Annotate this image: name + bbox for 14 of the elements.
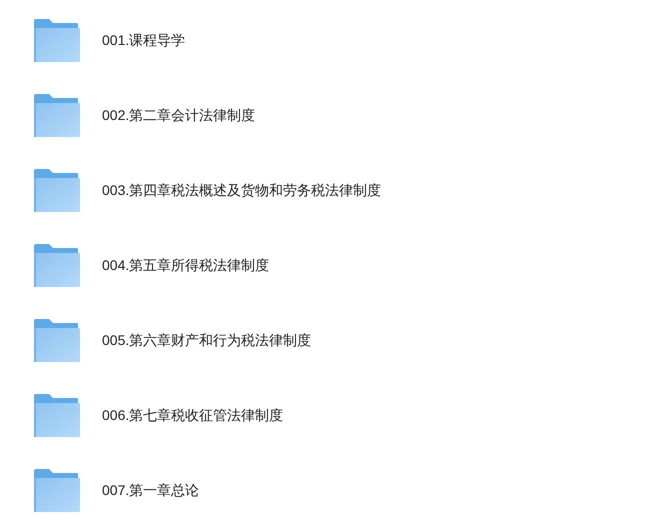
folder-name[interactable]: 003.第四章税法概述及货物和劳务税法律制度 — [102, 180, 382, 201]
folder-name[interactable]: 004.第五章所得税法律制度 — [102, 255, 270, 276]
folder-name[interactable]: 006.第七章税收征管法律制度 — [102, 405, 284, 426]
folder-icon — [34, 394, 80, 437]
folder-name[interactable]: 001.课程导学 — [102, 30, 186, 51]
folder-icon — [34, 319, 80, 362]
folder-name[interactable]: 005.第六章财产和行为税法律制度 — [102, 330, 312, 351]
folder-icon — [34, 19, 80, 62]
folder-icon — [34, 94, 80, 137]
folder-icon — [34, 244, 80, 287]
folder-icon — [34, 469, 80, 512]
folder-icon — [34, 169, 80, 212]
folder-name[interactable]: 002.第二章会计法律制度 — [102, 105, 256, 126]
folder-name[interactable]: 007.第一章总论 — [102, 480, 200, 501]
